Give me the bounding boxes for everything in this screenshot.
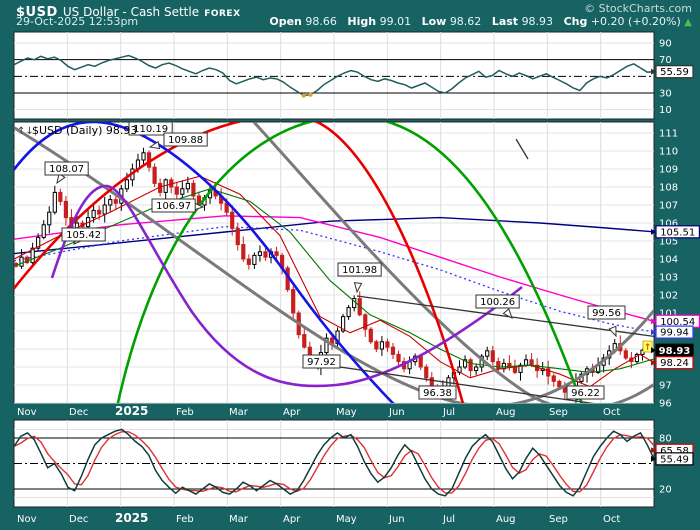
svg-text:110: 110 (659, 147, 678, 158)
svg-text:Nov: Nov (17, 407, 37, 418)
svg-text:↑: ↑ (644, 343, 652, 353)
svg-text:May: May (336, 407, 357, 418)
svg-text:96.22: 96.22 (571, 388, 600, 399)
svg-text:30: 30 (659, 89, 672, 100)
svg-text:Aug: Aug (496, 407, 516, 418)
svg-text:100.26: 100.26 (480, 297, 515, 308)
svg-text:70: 70 (659, 55, 672, 66)
svg-text:106.97: 106.97 (156, 201, 191, 212)
svg-text:Apr: Apr (283, 407, 301, 418)
svg-text:Feb: Feb (176, 514, 194, 525)
price-panel: ↑ 108.07 110.19109.88 106.97 105.42 101.98 100… (0, 116, 672, 442)
svg-text:Mar: Mar (229, 407, 249, 418)
rsi-panel (14, 32, 654, 119)
svg-text:105.51: 105.51 (660, 227, 695, 238)
svg-text:Feb: Feb (176, 407, 194, 418)
svg-text:90: 90 (659, 39, 672, 50)
svg-text:80: 80 (659, 434, 672, 445)
svg-text:108: 108 (659, 183, 678, 194)
svg-text:99.94: 99.94 (660, 328, 689, 339)
svg-text:20: 20 (659, 485, 672, 496)
svg-text:55.59: 55.59 (660, 67, 689, 78)
svg-text:Jun: Jun (388, 407, 405, 418)
svg-text:2025: 2025 (115, 404, 148, 418)
stoch-panel (14, 420, 654, 507)
svg-text:101.98: 101.98 (342, 265, 377, 276)
svg-text:99.56: 99.56 (592, 308, 621, 319)
svg-text:103: 103 (659, 273, 678, 284)
svg-text:105.42: 105.42 (66, 230, 101, 241)
svg-text:55.49: 55.49 (660, 454, 689, 465)
svg-text:98.24: 98.24 (660, 358, 689, 369)
svg-text:Sep: Sep (549, 514, 568, 525)
svg-text:Oct: Oct (603, 407, 620, 418)
svg-text:$USD (Daily) 98.93: $USD (Daily) 98.93 (32, 124, 137, 137)
svg-text:109: 109 (659, 165, 678, 176)
svg-text:Dec: Dec (69, 514, 88, 525)
oversold-dot (308, 92, 312, 96)
svg-text:97.92: 97.92 (307, 357, 336, 368)
svg-text:109.88: 109.88 (168, 135, 203, 146)
svg-text:97: 97 (659, 381, 672, 392)
svg-text:Nov: Nov (17, 514, 37, 525)
svg-text:Aug: Aug (496, 514, 516, 525)
svg-text:Apr: Apr (283, 514, 301, 525)
svg-text:Jun: Jun (388, 514, 405, 525)
svg-text:107: 107 (659, 201, 678, 212)
svg-text:104: 104 (659, 255, 678, 266)
svg-text:111: 111 (659, 129, 678, 140)
svg-text:Sep: Sep (549, 407, 568, 418)
stockcharts-chart-image: $USD US Dollar - Cash Settle FOREX © Sto… (0, 0, 700, 530)
svg-text:102: 102 (659, 291, 678, 302)
svg-text:2025: 2025 (115, 511, 148, 525)
svg-text:96.38: 96.38 (423, 388, 452, 399)
svg-text:Oct: Oct (603, 514, 620, 525)
svg-text:May: May (336, 514, 357, 525)
svg-text:110.19: 110.19 (133, 124, 168, 135)
svg-text:98.93: 98.93 (659, 346, 691, 357)
svg-text:Mar: Mar (229, 514, 249, 525)
svg-text:Jul: Jul (442, 407, 455, 418)
svg-text:10: 10 (659, 105, 672, 116)
svg-text:Dec: Dec (69, 407, 88, 418)
svg-text:Jul: Jul (442, 514, 455, 525)
svg-text:108.07: 108.07 (49, 164, 84, 175)
svg-text:96: 96 (659, 399, 672, 410)
oversold-dot (301, 93, 305, 97)
chart-canvas: ↑ 108.07 110.19109.88 106.97 105.42 101.98 100… (0, 0, 700, 530)
main-chart-label: ↑↓$USD (Daily) 98.93 (17, 124, 137, 137)
